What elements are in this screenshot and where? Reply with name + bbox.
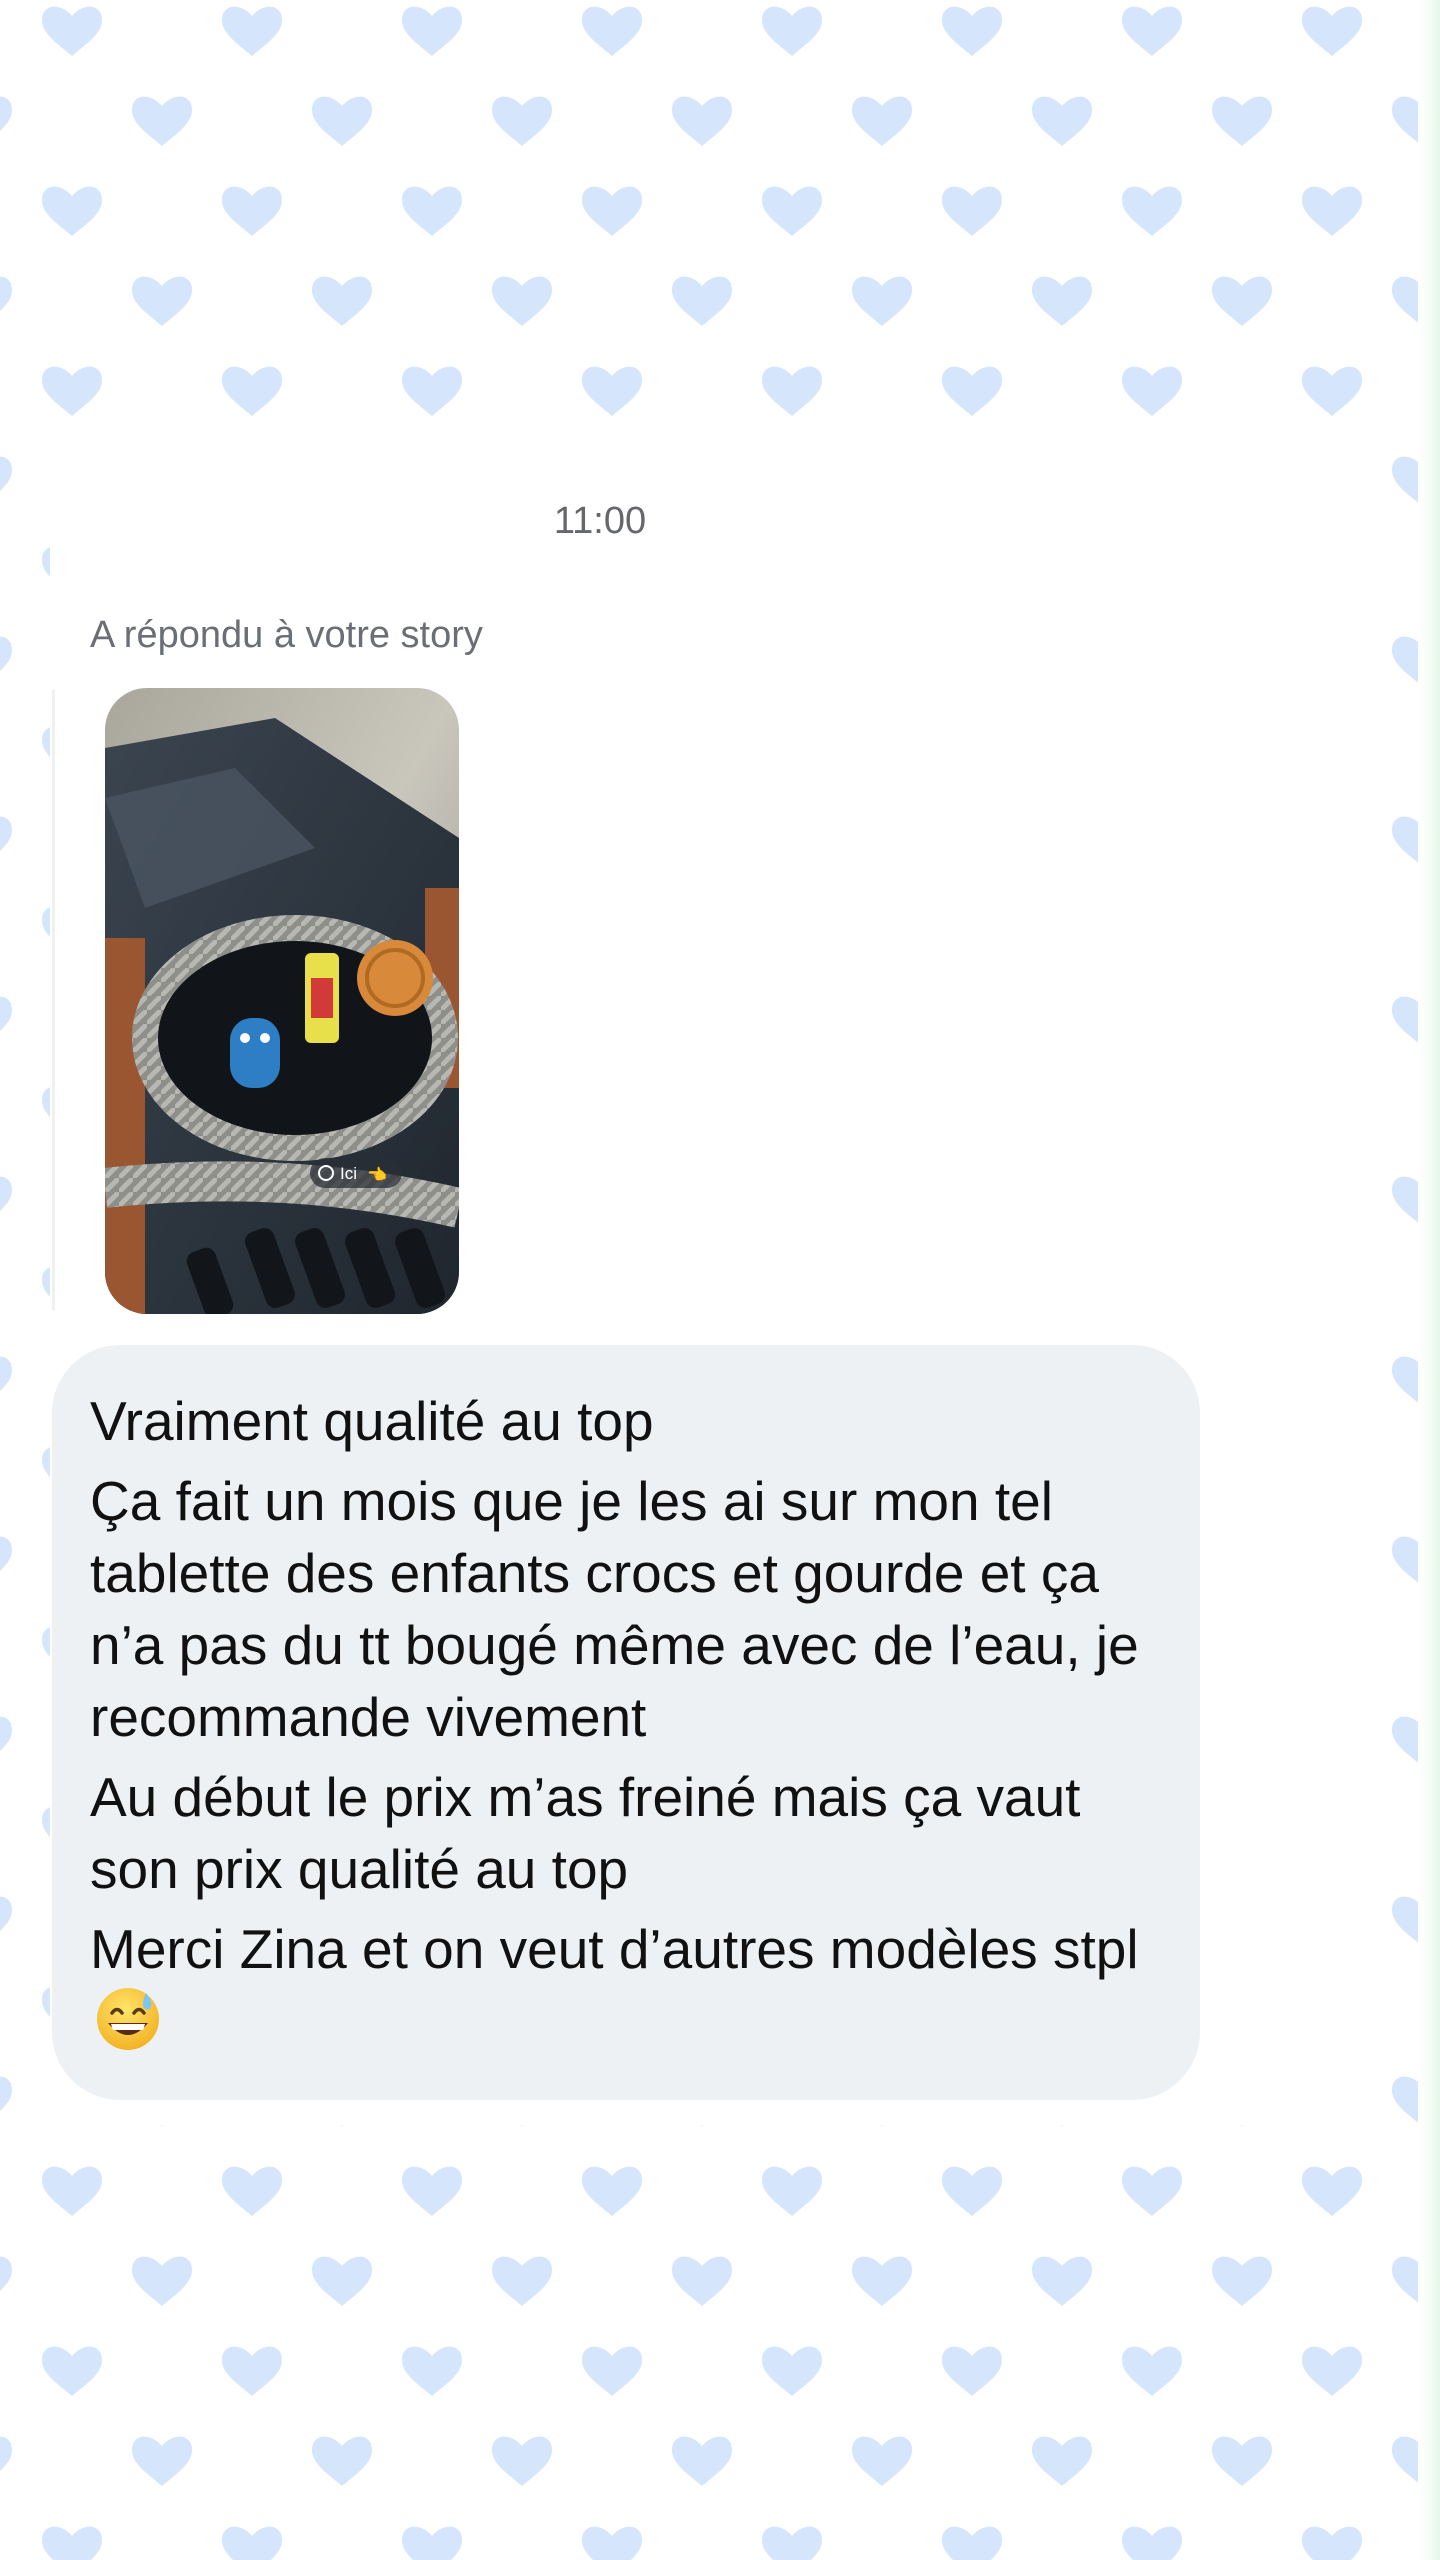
message-line: Au début le prix m’as freiné mais ça vau… bbox=[90, 1766, 1081, 1900]
message-line: Vraiment qualité au top bbox=[90, 1390, 654, 1452]
back-button[interactable] bbox=[40, 90, 120, 170]
story-tag-emoji: 👈 bbox=[367, 1165, 387, 1184]
message-timestamp: 11:00 bbox=[553, 500, 647, 542]
message-bubble[interactable]: Vraiment qualité au top Ça fait un mois … bbox=[52, 1345, 1200, 2100]
story-image: Ici 👈 bbox=[105, 688, 459, 1314]
story-reply-label: A répondu à votre story bbox=[90, 614, 483, 656]
message-line: Merci Zina et on veut d’autres modèles s… bbox=[90, 1918, 1139, 1980]
message-text: Vraiment qualité au top Ça fait un mois … bbox=[90, 1385, 1170, 2067]
message-line: Ça fait un mois que je les ai sur mon te… bbox=[90, 1470, 1139, 1748]
chat-header: Jas bbox=[0, 60, 1440, 200]
contact-name[interactable]: Jas bbox=[228, 100, 290, 145]
message-line-last: Merci Zina et on veut d’autres modèles s… bbox=[90, 1913, 1170, 2059]
grinning-face-with-sweat-icon bbox=[97, 1988, 159, 2051]
story-thumbnail[interactable]: Ici 👈 bbox=[105, 688, 459, 1314]
screen-edge bbox=[1418, 0, 1440, 2560]
reply-indicator-line bbox=[52, 690, 55, 1310]
story-tag-label: Ici bbox=[340, 1164, 357, 1183]
back-arrow-icon bbox=[61, 107, 93, 153]
